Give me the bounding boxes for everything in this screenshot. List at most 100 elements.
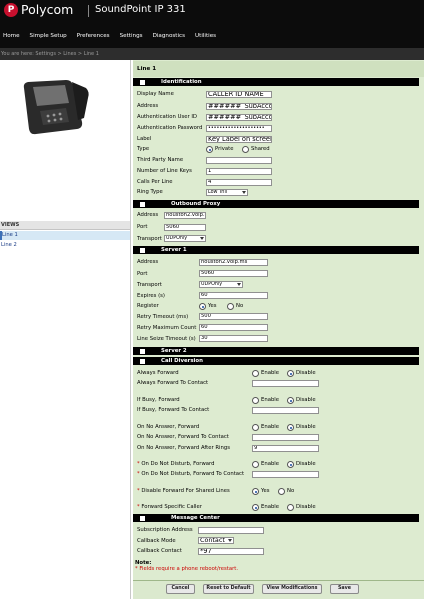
nav-simple-setup[interactable]: Simple Setup — [27, 30, 74, 43]
section-title: Message Center — [171, 515, 220, 521]
dnd-contact-input[interactable] — [252, 471, 319, 478]
collapse-toggle-icon[interactable] — [140, 79, 145, 85]
no-answer-disable-label: Disable — [296, 424, 316, 430]
section-call-diversion[interactable]: Call Diversion — [133, 357, 419, 365]
reset-to-default-button[interactable]: Reset to Default — [203, 584, 254, 594]
always-forward-contact-label: Always Forward To Contact — [137, 380, 209, 386]
no-answer-rings-input[interactable]: 9 — [252, 445, 319, 452]
no-answer-contact-label: On No Answer, Forward To Contact — [137, 434, 229, 440]
retry-timeout-input[interactable]: 500 — [199, 313, 268, 320]
no-answer-disable-radio[interactable] — [287, 424, 294, 431]
proxy-port-input[interactable]: 5060 — [164, 224, 206, 231]
collapse-toggle-icon[interactable] — [140, 358, 145, 364]
brand-name: Polycom — [21, 2, 74, 17]
forward-specific-label: * Forward Specific Caller — [137, 504, 202, 510]
type-shared-radio[interactable] — [242, 146, 249, 153]
subscription-input[interactable] — [198, 527, 264, 534]
section-message-center[interactable]: Message Center — [133, 514, 419, 522]
callback-mode-label: Callback Mode — [137, 538, 176, 544]
always-forward-disable-radio[interactable] — [287, 370, 294, 377]
label-input[interactable]: Key Label on screen — [206, 136, 272, 143]
address-input[interactable]: ######_SubAccount — [206, 103, 272, 110]
cancel-button[interactable]: Cancel — [166, 584, 195, 594]
section-identification[interactable]: Identification — [133, 78, 419, 86]
proxy-address-input[interactable]: houston2.voip.ms — [164, 212, 206, 219]
section-server-1[interactable]: Server 1 — [133, 246, 419, 254]
dnd-forward-label: * On Do Not Disturb, Forward — [137, 461, 215, 467]
no-answer-contact-input[interactable] — [252, 434, 319, 441]
no-answer-label: On No Answer, Forward — [137, 424, 200, 430]
disable-shared-no-radio[interactable] — [278, 488, 285, 495]
ring-type-select[interactable]: Low Trill — [206, 189, 248, 196]
register-yes-radio[interactable] — [199, 303, 206, 310]
callback-contact-input[interactable]: *97 — [198, 548, 264, 555]
always-forward-contact-input[interactable] — [252, 380, 319, 387]
line-seize-label: Line Seize Timeout (s) — [137, 336, 196, 342]
type-label: Type — [137, 146, 150, 152]
nav-home[interactable]: Home — [0, 30, 27, 43]
disable-shared-yes-radio[interactable] — [252, 488, 259, 495]
expires-input[interactable]: 60 — [199, 292, 268, 299]
forward-specific-disable-label: Disable — [296, 504, 316, 510]
header-divider — [88, 5, 89, 17]
nav-diagnostics[interactable]: Diagnostics — [150, 30, 192, 43]
type-private-radio[interactable] — [206, 146, 213, 153]
type-private-label: Private — [215, 146, 234, 152]
line-seize-input[interactable]: 30 — [199, 335, 268, 342]
section-server-2[interactable]: Server 2 — [133, 347, 419, 355]
register-no-radio[interactable] — [227, 303, 234, 310]
page-title: Line 1 — [133, 61, 424, 77]
display-name-input[interactable]: CALLER ID NAME — [206, 91, 272, 98]
section-outbound-proxy[interactable]: Outbound Proxy — [133, 200, 419, 208]
if-busy-disable-label: Disable — [296, 397, 316, 403]
model-name: SoundPoint IP 331 — [95, 4, 186, 15]
nav-utilities[interactable]: Utilities — [192, 30, 223, 43]
collapse-toggle-icon[interactable] — [140, 201, 145, 207]
collapse-toggle-icon[interactable] — [140, 348, 145, 354]
server1-address-input[interactable]: houston2.voip.ms — [199, 259, 268, 266]
dnd-forward-disable-radio[interactable] — [287, 461, 294, 468]
desk-phone-icon — [23, 80, 89, 135]
collapse-toggle-icon[interactable] — [140, 247, 145, 253]
always-forward-enable-label: Enable — [261, 370, 280, 376]
third-party-name-input[interactable] — [206, 157, 272, 164]
calls-per-line-label: Calls Per Line — [137, 179, 173, 185]
retry-max-input[interactable]: 60 — [199, 324, 268, 331]
line-keys-input[interactable]: 1 — [206, 168, 272, 175]
calls-per-line-input[interactable]: 4 — [206, 179, 272, 186]
view-modifications-button[interactable]: View Modifications — [262, 584, 322, 594]
callback-mode-select[interactable]: Contact — [198, 537, 234, 544]
auth-password-input[interactable]: •••••••••••••••••••• — [206, 125, 272, 132]
nav-settings[interactable]: Settings — [117, 30, 150, 43]
forward-specific-enable-radio[interactable] — [252, 504, 259, 511]
dnd-forward-enable-radio[interactable] — [252, 461, 259, 468]
always-forward-label: Always Forward — [137, 370, 179, 376]
expires-label: Expires (s) — [137, 293, 165, 299]
sidebar-item-line-2[interactable]: Line 2 — [0, 241, 130, 250]
sidebar-item-line-1[interactable]: Line 1 — [0, 231, 130, 240]
section-title: Server 1 — [161, 247, 187, 253]
server1-transport-select[interactable]: UDPOnly — [199, 281, 243, 288]
no-answer-enable-radio[interactable] — [252, 424, 259, 431]
if-busy-disable-radio[interactable] — [287, 397, 294, 404]
nav-preferences[interactable]: Preferences — [74, 30, 117, 43]
server1-port-input[interactable]: 5060 — [199, 270, 268, 277]
views-header: VIEWS — [0, 221, 130, 230]
if-busy-contact-input[interactable] — [252, 407, 319, 414]
label-label: Label — [137, 136, 152, 142]
breadcrumb: You are here: Settings > Lines > Line 1 — [0, 48, 424, 60]
if-busy-enable-radio[interactable] — [252, 397, 259, 404]
save-button[interactable]: Save — [330, 584, 359, 594]
auth-user-id-input[interactable]: ######_SubAccount — [206, 114, 272, 121]
callback-contact-label: Callback Contact — [137, 548, 182, 554]
disable-shared-no-label: No — [287, 488, 295, 494]
main-nav: Home Simple Setup Preferences Settings D… — [0, 30, 223, 43]
display-name-label: Display Name — [137, 91, 174, 97]
forward-specific-disable-radio[interactable] — [287, 504, 294, 511]
proxy-transport-select[interactable]: UDPOnly — [164, 235, 206, 242]
collapse-toggle-icon[interactable] — [140, 515, 145, 521]
dnd-forward-disable-label: Disable — [296, 461, 316, 467]
always-forward-enable-radio[interactable] — [252, 370, 259, 377]
register-no-label: No — [236, 303, 244, 309]
forward-specific-enable-label: Enable — [261, 504, 280, 510]
